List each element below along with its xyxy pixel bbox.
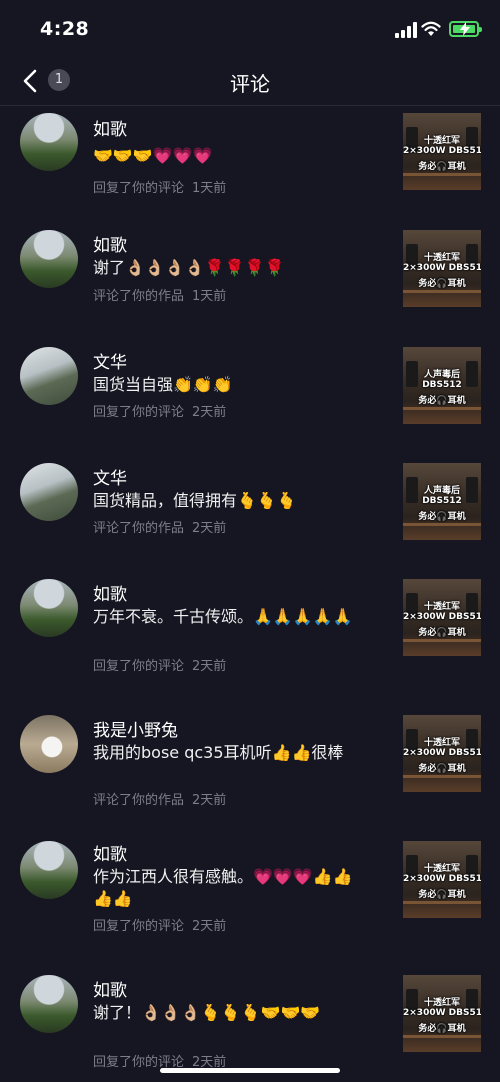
video-thumbnail[interactable]: 十透红军 2×300W DBS512 务必🎧耳机 <box>403 841 481 918</box>
avatar[interactable] <box>20 113 78 171</box>
wifi-icon <box>421 21 441 36</box>
username[interactable]: 如歌 <box>93 840 127 865</box>
cellular-signal-icon <box>395 22 417 38</box>
avatar[interactable] <box>20 347 78 405</box>
notification-item[interactable]: 如歌 🤝🤝🤝💗💗💗 回复了你的评论 1天前 十透红军 2×300W DBS512 … <box>0 107 500 224</box>
video-thumbnail[interactable]: 十透红军 2×300W DBS512 务必🎧耳机 <box>403 715 481 792</box>
comment-text: 万年不衰。千古传颂。🙏🙏🙏🙏🙏 <box>93 607 353 626</box>
username[interactable]: 文华 <box>93 464 127 489</box>
notification-item[interactable]: 我是小野兔 我用的bose qc35耳机听👍👍很棒 评论了你的作品 2天前 十透红… <box>0 709 500 833</box>
avatar[interactable] <box>20 230 78 288</box>
notification-item[interactable]: 如歌 谢了👌🏼👌🏼👌🏼👌🏼🌹🌹🌹🌹 评论了你的作品 1天前 十透红军 2×300W… <box>0 224 500 341</box>
notification-meta: 回复了你的评论 2天前 <box>93 915 226 934</box>
avatar[interactable] <box>20 463 78 521</box>
username[interactable]: 如歌 <box>93 580 127 605</box>
username[interactable]: 我是小野兔 <box>93 716 178 741</box>
comment-text: 谢了！👌🏼👌🏼👌🏼🫰🫰🫰🤝🤝🤝 <box>93 1003 321 1022</box>
comment-text: 我用的bose qc35耳机听👍👍很棒 <box>93 743 344 762</box>
action-text: 评论了你的作品 <box>93 793 185 808</box>
notification-meta: 回复了你的评论 2天前 <box>93 401 226 420</box>
notification-meta: 评论了你的作品 2天前 <box>93 517 226 536</box>
status-bar: 4:28 <box>0 0 500 60</box>
action-text: 回复了你的评论 <box>93 659 185 674</box>
timestamp: 2天前 <box>192 521 227 536</box>
timestamp: 2天前 <box>192 405 227 420</box>
username[interactable]: 如歌 <box>93 231 127 256</box>
username[interactable]: 如歌 <box>93 976 127 1001</box>
battery-charging-icon <box>449 21 482 37</box>
notification-meta: 评论了你的作品 1天前 <box>93 285 226 304</box>
notification-meta: 回复了你的评论 1天前 <box>93 177 226 196</box>
notification-meta: 回复了你的评论 2天前 <box>93 655 226 674</box>
home-indicator[interactable] <box>160 1068 340 1073</box>
notification-item[interactable]: 如歌 谢了！👌🏼👌🏼👌🏼🫰🫰🫰🤝🤝🤝 回复了你的评论 2天前 十透红军 2×300… <box>0 969 500 1070</box>
comment-text: 🤝🤝🤝💗💗💗 <box>93 146 213 165</box>
comment-text: 谢了👌🏼👌🏼👌🏼👌🏼🌹🌹🌹🌹 <box>93 258 285 277</box>
avatar[interactable] <box>20 841 78 899</box>
username[interactable]: 如歌 <box>93 115 127 140</box>
video-thumbnail[interactable]: 人声毒后 DBS512 务必🎧耳机 <box>403 463 481 540</box>
comment-text: 作为江西人很有感触。💗💗💗👍👍👍👍 <box>93 867 353 908</box>
username[interactable]: 文华 <box>93 348 127 373</box>
navigation-bar: 1 评论 <box>0 60 500 106</box>
timestamp: 1天前 <box>192 289 227 304</box>
video-thumbnail[interactable]: 十透红军 2×300W DBS512 务必🎧耳机 <box>403 975 481 1052</box>
timestamp: 1天前 <box>192 181 227 196</box>
timestamp: 2天前 <box>192 793 227 808</box>
avatar[interactable] <box>20 715 78 773</box>
action-text: 回复了你的评论 <box>93 181 185 196</box>
notification-item[interactable]: 文华 国货当自强👏👏👏 回复了你的评论 2天前 人声毒后 DBS512 务必🎧耳机 <box>0 341 500 457</box>
timestamp: 2天前 <box>192 919 227 934</box>
status-time: 4:28 <box>40 18 90 40</box>
notification-item[interactable]: 如歌 作为江西人很有感触。💗💗💗👍👍👍👍 回复了你的评论 2天前 十透红军 2×3… <box>0 833 500 969</box>
action-text: 评论了你的作品 <box>93 521 185 536</box>
notification-meta: 评论了你的作品 2天前 <box>93 789 226 808</box>
comment-notification-list: 如歌 🤝🤝🤝💗💗💗 回复了你的评论 1天前 十透红军 2×300W DBS512 … <box>0 107 500 1070</box>
comment-text: 国货精品，值得拥有🫰🫰🫰 <box>93 491 297 510</box>
video-thumbnail[interactable]: 人声毒后 DBS512 务必🎧耳机 <box>403 347 481 424</box>
notification-item[interactable]: 文华 国货精品，值得拥有🫰🫰🫰 评论了你的作品 2天前 人声毒后 DBS512 务… <box>0 457 500 573</box>
action-text: 回复了你的评论 <box>93 405 185 420</box>
action-text: 评论了你的作品 <box>93 289 185 304</box>
video-thumbnail[interactable]: 十透红军 2×300W DBS512 务必🎧耳机 <box>403 230 481 307</box>
video-thumbnail[interactable]: 十透红军 2×300W DBS512 务必🎧耳机 <box>403 113 481 190</box>
avatar[interactable] <box>20 975 78 1033</box>
comment-text: 国货当自强👏👏👏 <box>93 375 233 394</box>
timestamp: 2天前 <box>192 659 227 674</box>
video-thumbnail[interactable]: 十透红军 2×300W DBS512 务必🎧耳机 <box>403 579 481 656</box>
notification-item[interactable]: 如歌 万年不衰。千古传颂。🙏🙏🙏🙏🙏 回复了你的评论 2天前 十透红军 2×300… <box>0 573 500 709</box>
avatar[interactable] <box>20 579 78 637</box>
page-title: 评论 <box>230 72 270 96</box>
action-text: 回复了你的评论 <box>93 919 185 934</box>
